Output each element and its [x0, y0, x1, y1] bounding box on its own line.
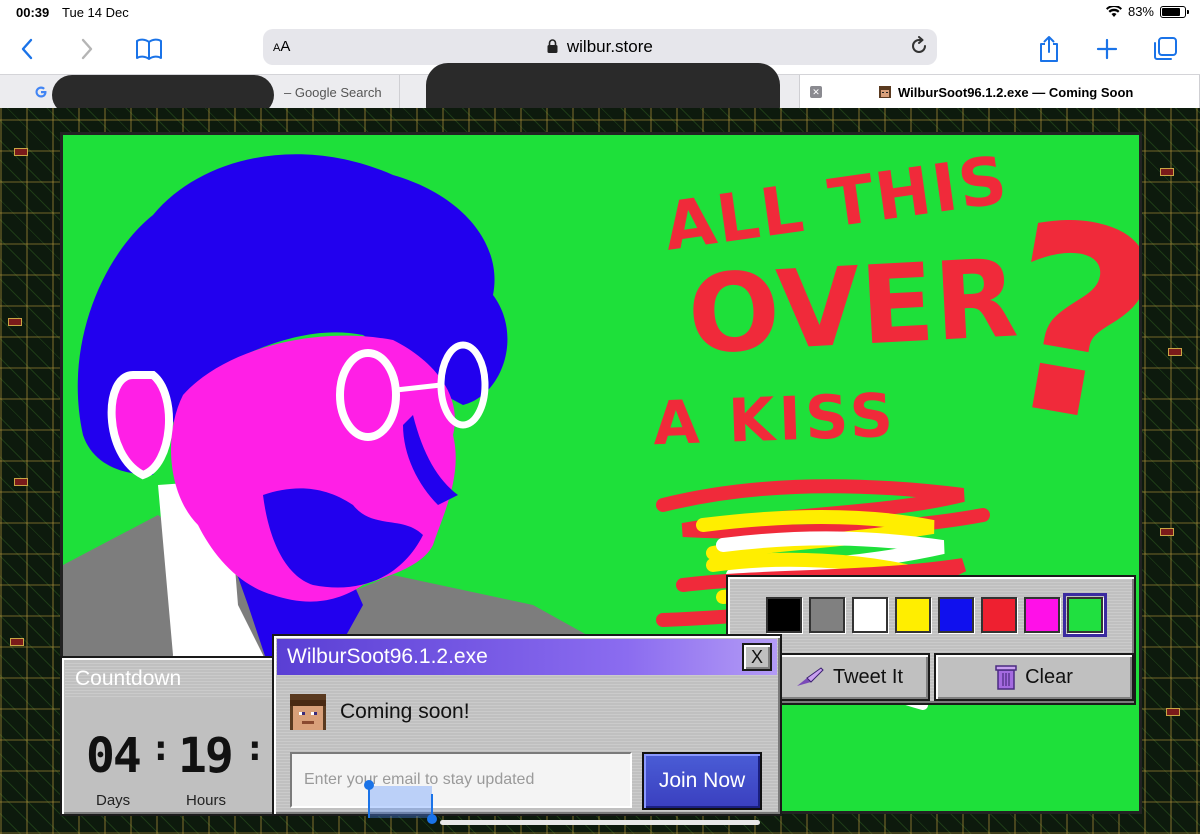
color-swatch-green[interactable]: [1063, 593, 1107, 637]
countdown-days-label: Days: [96, 792, 131, 809]
tabs-overview-icon[interactable]: [1150, 34, 1180, 64]
circuit-chip: [1168, 348, 1182, 356]
color-swatch-yellow[interactable]: [895, 597, 931, 633]
status-time: 00:39: [16, 5, 50, 20]
tab-wilbur-store[interactable]: ✕ WilburSoot96.1.2.exe — Coming Soon: [800, 75, 1200, 109]
color-swatch-magenta[interactable]: [1024, 597, 1060, 633]
dialog-message: Coming soon!: [340, 700, 470, 723]
url-text: wilbur.store: [566, 37, 653, 56]
wilbur-favicon-icon: [879, 86, 891, 98]
countdown-title: Countdown: [75, 667, 182, 690]
coming-soon-dialog: WilburSoot96.1.2.exe X Coming soon! Join…: [272, 634, 782, 816]
tweet-it-label: Tweet It: [832, 665, 904, 688]
color-swatch-gray[interactable]: [809, 597, 845, 633]
countdown-hours-label: Hours: [186, 792, 227, 809]
trash-can-icon: [995, 665, 1017, 690]
battery-icon: [1160, 5, 1189, 18]
reload-icon[interactable]: [909, 36, 929, 61]
status-bar: 00:39 Tue 14 Dec 83%: [0, 0, 1200, 24]
countdown-hours-value: 19: [178, 728, 234, 784]
circuit-chip: [14, 478, 28, 486]
color-swatch-white[interactable]: [852, 597, 888, 633]
status-indicators: 83%: [1105, 4, 1189, 19]
wifi-icon: [1105, 5, 1122, 17]
tab-label: – Google Search: [284, 85, 382, 100]
artwork-text-line-2: OVER: [684, 236, 1021, 379]
bookmarks-icon[interactable]: [134, 34, 164, 64]
circuit-chip: [8, 318, 22, 326]
tab-strip: – Google Search ✕ WilburSoot96.1.2.exe —…: [0, 63, 1200, 129]
web-page: ALL THIS OVER A KISS ? Tweet It Clear Co…: [0, 108, 1200, 834]
battery-percent: 83%: [1127, 4, 1154, 19]
text-selection-highlight: [368, 786, 432, 818]
countdown-title-bar: Countdown: [65, 661, 295, 697]
clear-button[interactable]: Clear: [934, 653, 1134, 701]
close-icon: X: [750, 646, 763, 667]
tab-label: WilburSoot96.1.2.exe — Coming Soon: [898, 85, 1134, 100]
clear-label: Clear: [1025, 665, 1073, 688]
circuit-chip: [14, 148, 28, 156]
paint-brush-icon: [796, 667, 824, 686]
color-swatch-blue[interactable]: [938, 597, 974, 633]
forward-icon[interactable]: [72, 34, 102, 64]
battery-level: [1162, 7, 1181, 16]
dialog-title-bar: WilburSoot96.1.2.exe: [277, 639, 777, 675]
circuit-chip: [1160, 168, 1174, 176]
drawing-tools-window: Tweet It Clear: [726, 575, 1136, 705]
url-display: wilbur.store: [263, 37, 937, 57]
home-indicator[interactable]: [440, 820, 760, 825]
status-date: Tue 14 Dec: [62, 5, 129, 20]
join-now-button[interactable]: Join Now: [642, 752, 762, 810]
color-swatch-red[interactable]: [981, 597, 1017, 633]
share-icon[interactable]: [1034, 34, 1064, 64]
lock-icon: [547, 39, 558, 53]
countdown-separator: :: [244, 728, 266, 769]
avatar-icon: [290, 694, 326, 730]
selection-handle-end[interactable]: [427, 814, 437, 824]
countdown-separator: :: [150, 728, 172, 769]
countdown-days-value: 04: [86, 728, 142, 784]
join-now-label: Join Now: [658, 769, 746, 792]
address-bar[interactable]: AA wilbur.store: [263, 29, 937, 65]
new-tab-icon[interactable]: [1092, 34, 1122, 64]
circuit-chip: [1166, 708, 1180, 716]
dialog-close-button[interactable]: X: [742, 643, 772, 671]
dialog-title: WilburSoot96.1.2.exe: [287, 645, 488, 668]
tweet-it-button[interactable]: Tweet It: [768, 653, 930, 701]
circuit-chip: [10, 638, 24, 646]
circuit-chip: [1160, 528, 1174, 536]
email-input[interactable]: [290, 752, 632, 808]
back-icon[interactable]: [12, 34, 42, 64]
countdown-window: Countdown 04 : 19 : Days Hours: [60, 656, 300, 816]
color-swatch-black[interactable]: [766, 597, 802, 633]
google-favicon-icon: [35, 86, 47, 98]
selection-caret-start: [368, 784, 370, 818]
artwork-text-line-3: A KISS: [651, 380, 899, 460]
tab-close-icon[interactable]: ✕: [810, 86, 822, 98]
